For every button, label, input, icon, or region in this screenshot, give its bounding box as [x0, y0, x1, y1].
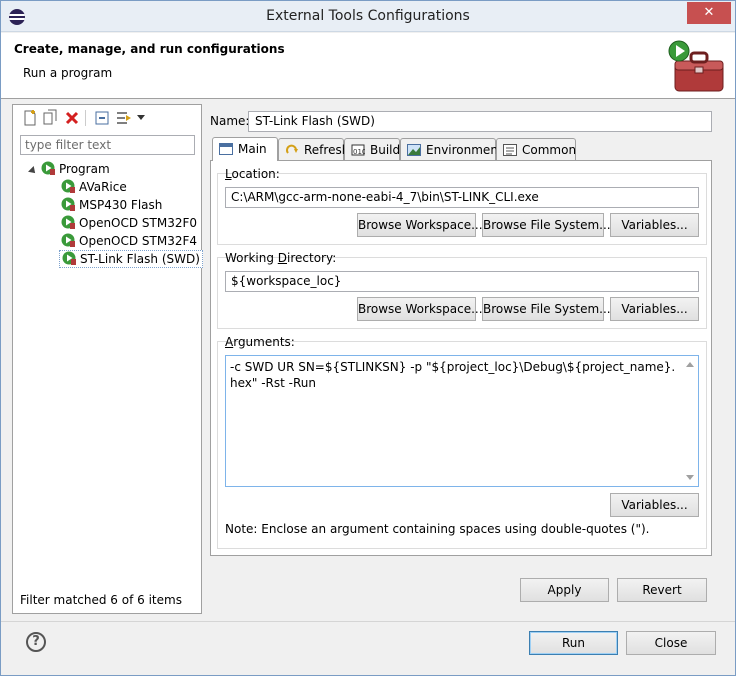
scroll-down-arrow-icon[interactable] — [686, 475, 694, 480]
arguments-textarea[interactable]: -c SWD UR SN=${STLINKSN} -p "${project_l… — [225, 355, 699, 487]
location-input[interactable]: C:\ARM\gcc-arm-none-eabi-4_7\bin\ST-LINK… — [225, 187, 699, 208]
banner-subtitle: Run a program — [23, 66, 113, 80]
svg-text:010: 010 — [353, 148, 365, 156]
tab-common[interactable]: Common — [496, 138, 576, 160]
working-directory-input[interactable]: ${workspace_loc} — [225, 271, 699, 292]
filter-configs-icon[interactable] — [115, 109, 133, 127]
tree-item-openocd-f0[interactable]: OpenOCD STM32F0 — [61, 214, 197, 232]
location-variables-button[interactable]: Variables... — [610, 213, 699, 237]
name-label: Name: — [210, 114, 250, 128]
location-browse-workspace-button[interactable]: Browse Workspace... — [357, 213, 483, 237]
tree-item-stlink[interactable]: ST-Link Flash (SWD) — [59, 250, 203, 268]
program-type-icon — [41, 161, 55, 175]
tab-environment-label: Environment — [426, 143, 503, 157]
tree-item-msp430[interactable]: MSP430 Flash — [61, 196, 162, 214]
filter-input[interactable] — [20, 135, 195, 155]
run-config-icon — [61, 215, 75, 229]
toolbar-separator — [85, 110, 86, 126]
refresh-icon — [285, 141, 299, 154]
banner-title: Create, manage, and run configurations — [14, 42, 285, 56]
arguments-label: Arguments: — [225, 335, 295, 349]
workdir-browse-workspace-button[interactable]: Browse Workspace... — [357, 297, 483, 321]
scroll-up-arrow-icon[interactable] — [686, 362, 694, 367]
tab-environment[interactable]: Environment — [400, 138, 503, 160]
arguments-variables-button[interactable]: Variables... — [610, 493, 699, 517]
header-banner: Create, manage, and run configurations R… — [1, 33, 735, 99]
tree-item-program[interactable]: Program — [41, 160, 110, 178]
tree-item-label: OpenOCD STM32F0 — [79, 216, 198, 230]
tab-refresh[interactable]: Refresh — [278, 138, 349, 160]
collapse-all-icon[interactable] — [93, 109, 111, 127]
tab-build-label: Build — [370, 143, 401, 157]
tree-item-label: MSP430 Flash — [79, 198, 163, 212]
filter-menu-dropdown-icon[interactable] — [137, 115, 145, 120]
tab-refresh-label: Refresh — [304, 143, 350, 157]
run-config-icon — [61, 197, 75, 211]
arguments-note: Note: Enclose an argument containing spa… — [225, 522, 650, 536]
run-config-icon — [61, 233, 75, 247]
close-button[interactable]: Close — [626, 631, 716, 655]
title-bar: External Tools Configurations ✕ — [1, 1, 735, 32]
common-icon — [503, 141, 517, 156]
new-config-icon[interactable] — [21, 109, 39, 127]
tab-main-label: Main — [238, 142, 267, 156]
tree-item-label: AVaRice — [79, 180, 127, 194]
tab-build[interactable]: 010 Build — [344, 138, 400, 160]
tree-item-openocd-f4[interactable]: OpenOCD STM32F4 — [61, 232, 197, 250]
run-config-icon — [62, 251, 76, 265]
help-icon[interactable]: ? — [26, 632, 46, 652]
location-browse-file-system-button[interactable]: Browse File System... — [482, 213, 611, 237]
tree-item-avarice[interactable]: AVaRice — [61, 178, 127, 196]
bottom-separator — [1, 621, 735, 622]
name-input[interactable]: ST-Link Flash (SWD) — [248, 111, 712, 132]
dialog-window: External Tools Configurations ✕ Create, … — [0, 0, 736, 676]
main-tab-icon — [219, 140, 233, 155]
tab-main[interactable]: Main — [212, 137, 278, 161]
working-directory-label: Working Directory: — [225, 251, 337, 265]
duplicate-config-icon[interactable] — [41, 109, 59, 127]
tree-expand-icon[interactable] — [28, 166, 38, 176]
build-icon: 010 — [351, 141, 366, 156]
tree-item-label: Program — [59, 162, 110, 176]
filter-status: Filter matched 6 of 6 items — [20, 593, 182, 607]
window-title: External Tools Configurations — [266, 8, 470, 24]
run-config-icon — [61, 179, 75, 193]
environment-icon — [407, 141, 421, 156]
apply-button[interactable]: Apply — [520, 578, 609, 602]
configuration-list-panel: Program AVaRice MSP430 Flash OpenOCD STM… — [12, 104, 203, 614]
toolbox-icon — [668, 40, 724, 92]
workdir-variables-button[interactable]: Variables... — [610, 297, 699, 321]
tree-item-label: ST-Link Flash (SWD) — [80, 252, 200, 266]
tab-common-label: Common — [522, 143, 577, 157]
close-window-button[interactable]: ✕ — [687, 2, 731, 24]
delete-config-icon[interactable] — [63, 109, 81, 127]
location-label: Location: — [225, 167, 280, 181]
workdir-browse-file-system-button[interactable]: Browse File System... — [482, 297, 611, 321]
run-button[interactable]: Run — [529, 631, 618, 655]
revert-button[interactable]: Revert — [617, 578, 707, 602]
tree-item-label: OpenOCD STM32F4 — [79, 234, 198, 248]
arguments-text: -c SWD UR SN=${STLINKSN} -p "${project_l… — [230, 360, 676, 390]
main-tab-panel: Location: C:\ARM\gcc-arm-none-eabi-4_7\b… — [210, 160, 712, 556]
